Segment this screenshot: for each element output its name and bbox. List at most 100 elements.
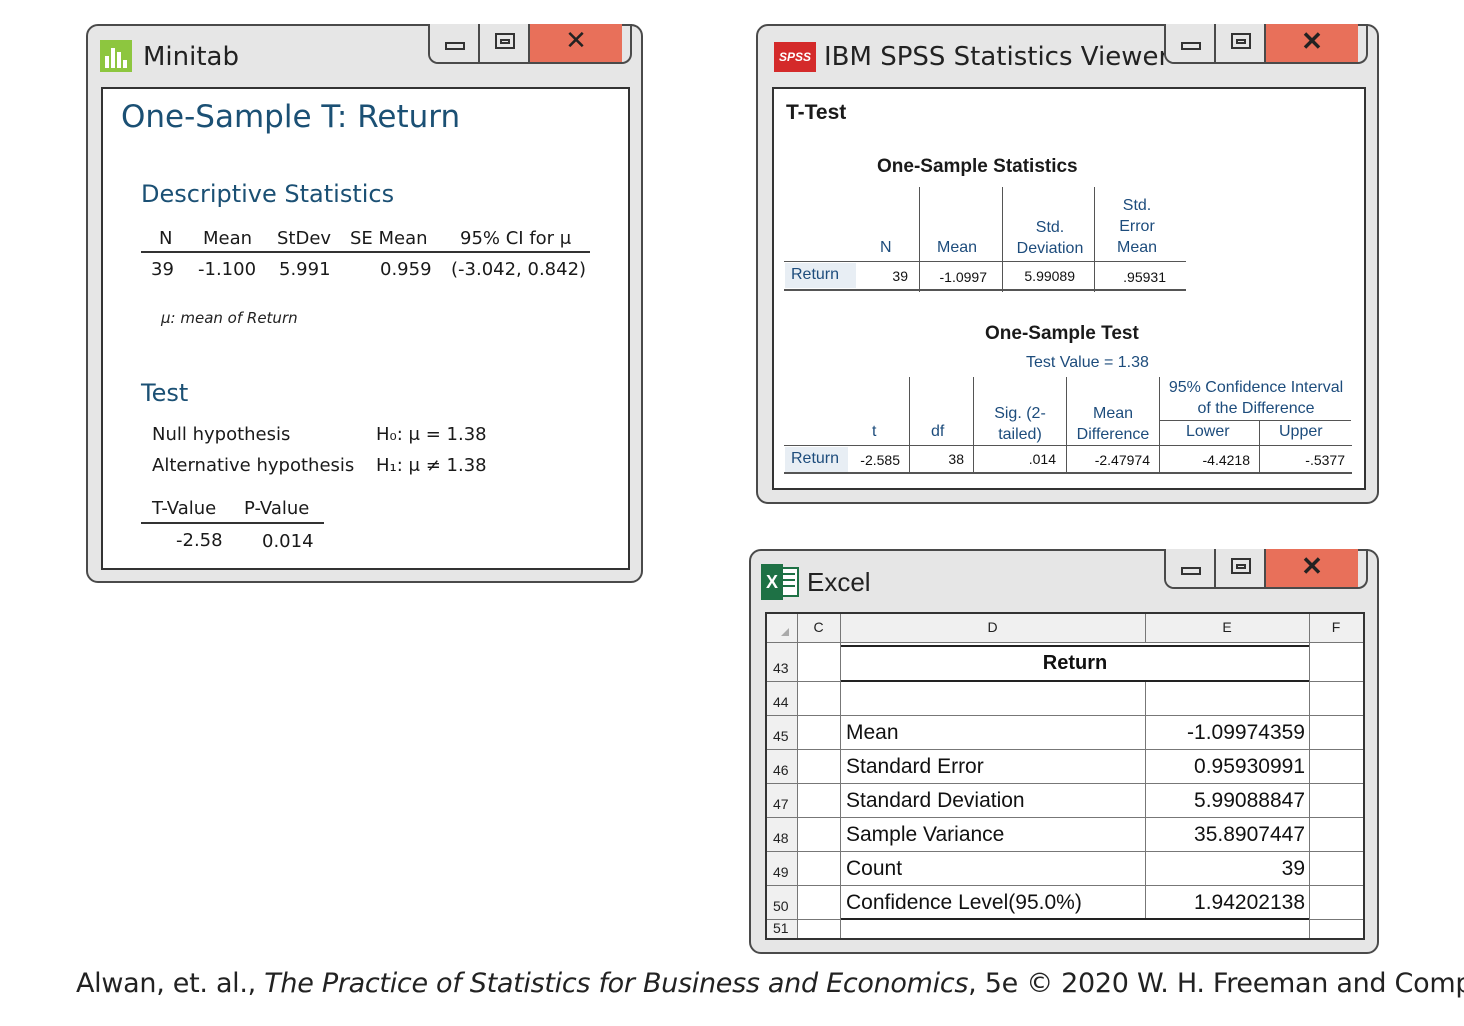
maximize-icon[interactable] [1216,24,1266,62]
page-title: T-Test [786,101,847,124]
alt-label: Alternative hypothesis [152,455,355,476]
stat-value: -1.100 [198,259,257,280]
close-button[interactable]: ✕ [1266,549,1358,587]
spreadsheet-grid: C D E F 43 44 45 46 47 48 49 50 51 Retur… [765,612,1365,940]
column-header-f[interactable]: F [1309,619,1363,635]
minimize-icon[interactable] [1166,549,1216,587]
citation-caption: Alwan, et. al., The Practice of Statisti… [76,968,1464,999]
grid-line [767,817,1363,818]
cell-value[interactable]: 5.99088847 [1147,789,1305,813]
spss-output-pane: T-Test One-Sample Statistics N Mean Std.… [772,87,1366,490]
row-number[interactable]: 47 [773,796,789,812]
cell-value[interactable]: -1.09974359 [1147,721,1305,745]
col-header: SE Mean [350,228,428,249]
stats-col-std-dev: Std. Deviation [1016,219,1084,257]
cell-value[interactable]: 1.94202138 [1147,891,1305,915]
row-number[interactable]: 46 [773,762,789,778]
divider [141,522,324,524]
col-header: N [159,228,173,249]
minimize-icon[interactable] [430,24,480,62]
divider [784,445,1352,446]
table-bottom-border [841,918,1309,920]
cell-label[interactable]: Sample Variance [846,823,1004,847]
test-cell: -2.47974 [1094,452,1150,468]
cell-label[interactable]: Mean [846,721,899,745]
test-col-t: t [872,423,877,440]
maximize-icon[interactable] [480,24,530,62]
test-cell: .014 [1028,451,1056,467]
stat-value: 39 [151,259,174,280]
test-row-label: Return [791,450,840,467]
grid-line [1309,614,1310,938]
divider [1259,421,1260,473]
page-title: One-Sample T: Return [121,99,461,135]
descriptive-heading: Descriptive Statistics [141,180,395,208]
window-title: Minitab [143,42,239,72]
column-header-e[interactable]: E [1145,619,1309,635]
grid-line [767,783,1363,784]
test-col-upper: Upper [1279,423,1323,440]
minitab-output-pane: One-Sample T: Return Descriptive Statist… [101,87,630,570]
column-header-c[interactable]: C [797,619,840,635]
close-icon: ✕ [565,26,587,56]
caption-authors: Alwan, et. al., [76,968,265,999]
mu-note: μ: mean of Return [161,309,298,327]
stats-cell: 5.99089 [1024,268,1075,284]
cell-label[interactable]: Count [846,857,902,881]
row-number[interactable]: 49 [773,864,789,880]
test-col-mean-diff: Mean Difference [1076,405,1150,443]
window-title: IBM SPSS Statistics Viewer [824,42,1170,72]
close-button[interactable]: ✕ [1266,24,1358,62]
cell-value[interactable]: 35.8907447 [1147,823,1305,847]
tvalue-header: T-Value [152,498,217,519]
window-controls: ✕ [428,24,632,64]
divider [909,377,910,473]
row-number[interactable]: 50 [773,898,789,914]
close-icon: ✕ [1301,551,1323,581]
divider [784,472,1352,474]
grid-line [1145,681,1146,919]
null-label: Null hypothesis [152,424,291,445]
ci-header: 95% Confidence Interval of the Differenc… [1168,379,1344,417]
cell-value[interactable]: 39 [1147,857,1305,881]
maximize-icon[interactable] [1216,549,1266,587]
test-cell: -4.4218 [1202,452,1250,468]
select-all-icon[interactable] [781,628,789,636]
cell-label[interactable]: Standard Deviation [846,789,1025,813]
row-number[interactable]: 44 [773,694,789,710]
test-table-title: One-Sample Test [985,323,1139,344]
test-col-df: df [931,423,945,440]
row-number[interactable]: 45 [773,728,789,744]
divider [919,187,920,292]
alt-value: H₁: μ ≠ 1.38 [376,455,487,476]
close-button[interactable]: ✕ [530,24,622,62]
row-number[interactable]: 43 [773,660,789,676]
excel-logo-icon: X [761,564,801,600]
test-value: Test Value = 1.38 [1026,354,1149,371]
divider [1159,377,1160,473]
row-number[interactable]: 51 [773,920,789,936]
row-header-bar [767,642,797,938]
pvalue-header: P-Value [244,498,310,519]
cell-label[interactable]: Confidence Level(95.0%) [846,891,1082,915]
minitab-window: Minitab ✕ One-Sample T: Return Descripti… [86,24,643,583]
window-title: Excel [807,567,871,597]
pvalue: 0.014 [262,531,314,552]
stats-table-title: One-Sample Statistics [877,156,1078,177]
cell-label[interactable]: Standard Error [846,755,984,779]
stat-value: 0.959 [380,259,432,280]
minimize-icon[interactable] [1166,24,1216,62]
grid-line [1145,614,1146,642]
divider [141,251,590,253]
row-number[interactable]: 48 [773,830,789,846]
column-header-d[interactable]: D [840,619,1145,635]
close-icon: ✕ [1301,26,1323,56]
test-col-lower: Lower [1186,423,1230,440]
table-header[interactable]: Return [841,652,1309,675]
grid-line [767,749,1363,750]
cell-value[interactable]: 0.95930991 [1147,755,1305,779]
test-col-sig: Sig. (2-tailed) [994,405,1046,443]
test-cell: 38 [948,451,964,467]
divider [1002,187,1003,292]
divider [784,261,1186,262]
